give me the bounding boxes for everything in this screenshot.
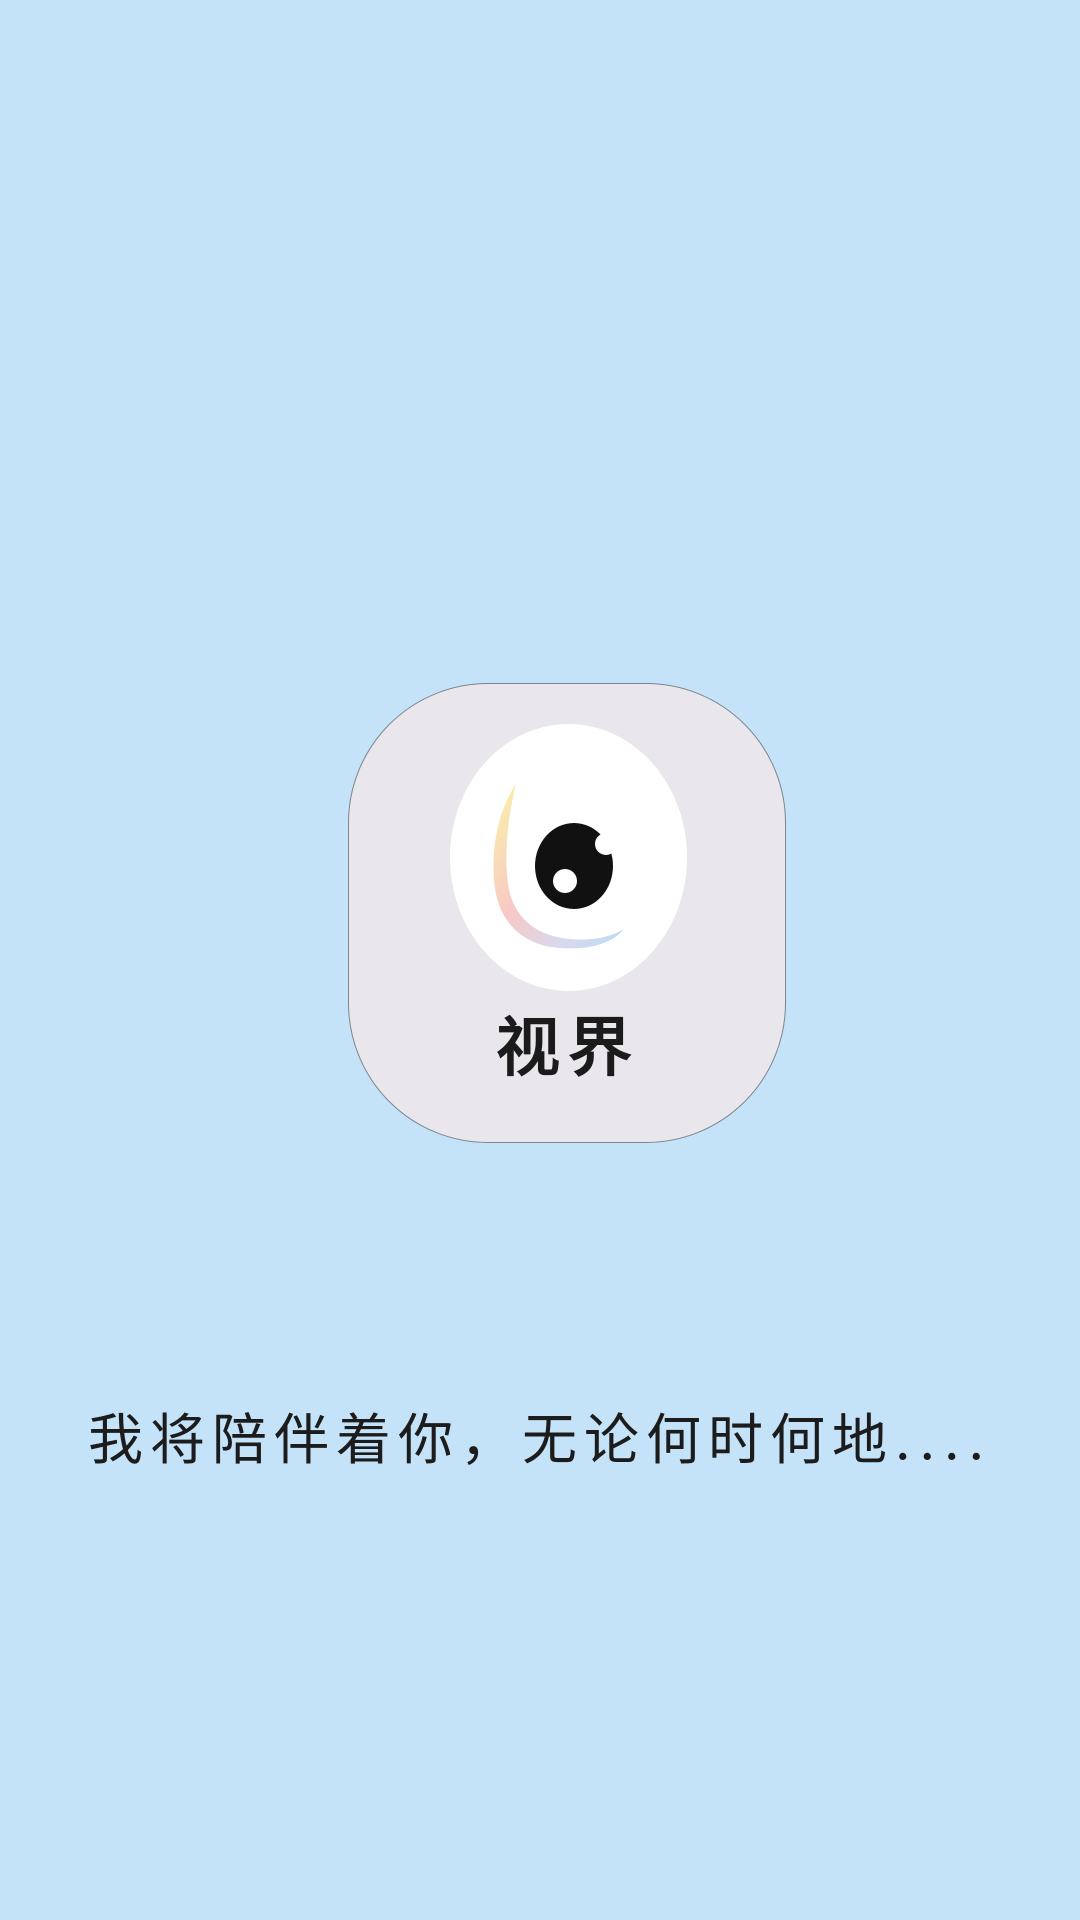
app-name: 视界 <box>496 1011 640 1086</box>
pupil-highlight-small <box>595 833 617 855</box>
app-icon: 视界 <box>348 683 786 1143</box>
splash-screen: 视界 我将陪伴着你，无论何时何地.... <box>0 0 1080 1920</box>
tagline: 我将陪伴着你，无论何时何地.... <box>88 1408 992 1472</box>
logo-disc <box>450 724 687 991</box>
pupil-highlight-large <box>553 869 577 893</box>
eye-icon <box>493 784 624 949</box>
